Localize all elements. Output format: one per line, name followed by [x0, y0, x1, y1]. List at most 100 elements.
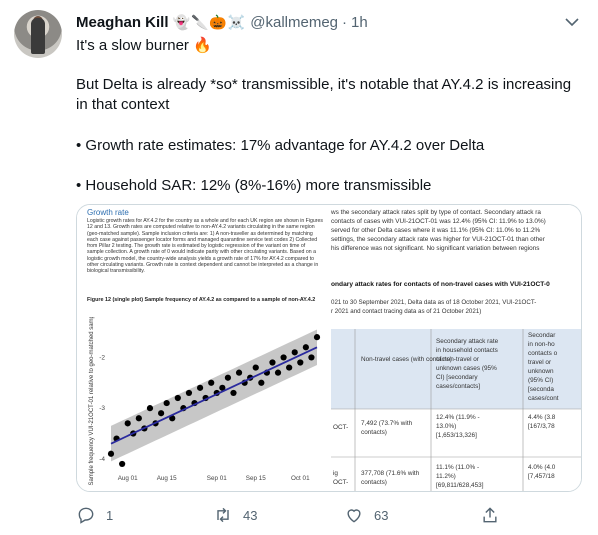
- data-point: [252, 364, 259, 371]
- col-header-other: travel or: [528, 359, 552, 366]
- x-tick-label: Aug 15: [157, 475, 177, 482]
- col-header-other: (95% CI): [528, 377, 553, 384]
- data-point: [146, 405, 154, 412]
- data-point: [119, 460, 126, 468]
- attack-rate-table: Non-travel cases (with contacts) Seconda…: [331, 329, 581, 491]
- section-title: Growth rate: [87, 208, 129, 217]
- data-point: [291, 349, 298, 356]
- share-icon: [483, 507, 497, 523]
- report-text-line: settings, the secondary attack rate was …: [331, 236, 545, 243]
- growth-rate-paragraph: Logistic growth rates for AY.4.2 for the…: [87, 218, 323, 275]
- share-button[interactable]: [480, 503, 500, 527]
- author-name[interactable]: Meaghan Kill: [76, 14, 169, 31]
- figure-caption: Figure 12 (single plot) Sample frequency…: [87, 297, 316, 303]
- cell-sar: 13.0%): [436, 423, 456, 430]
- x-tick-label: Sep 01: [207, 475, 227, 482]
- heart-icon: [347, 509, 361, 523]
- col-header-sar: in household contacts: [436, 347, 498, 354]
- more-options-icon[interactable]: [562, 12, 582, 32]
- tweet-text-line4: • Household SAR: 12% (8%-16%) more trans…: [76, 177, 432, 194]
- author-handle[interactable]: @kallmemeg: [250, 14, 338, 31]
- retweet-icon: [217, 507, 229, 523]
- cell-other: 4.0% (4.0: [528, 464, 556, 471]
- report-page-right: ws the secondary attack rates split by t…: [327, 205, 581, 491]
- col-header-other: in non-ho: [528, 341, 555, 348]
- tweet-text-line2: But Delta is already *so* transmissible,…: [76, 76, 572, 113]
- y-tick-label: -4: [99, 456, 105, 463]
- y-tick-label: -2: [99, 354, 105, 361]
- cell-cases: contacts): [361, 429, 387, 436]
- row-label: OCT-: [333, 479, 348, 486]
- reply-count: 1: [106, 507, 114, 523]
- col-header-sar: CI) [secondary: [436, 374, 478, 381]
- fit-line: [110, 346, 318, 445]
- growth-chart: -2 -3 -4 Sample frequency VUI-21OCT-01 rela…: [89, 317, 321, 486]
- cell-sar: 12.4% (11.9% -: [436, 414, 480, 421]
- data-point: [174, 394, 181, 402]
- data-point: [208, 379, 215, 386]
- x-tick-label: Aug 01: [118, 475, 138, 482]
- col-header-other: contacts o: [528, 350, 558, 357]
- report-page-left: Growth rate Logistic growth rates for AY…: [77, 205, 327, 491]
- data-point: [258, 379, 265, 386]
- x-tick-label: Oct 01: [291, 475, 310, 482]
- tweet-media-image[interactable]: Growth rate Logistic growth rates for AY…: [76, 204, 582, 492]
- col-header-other: Secondar: [528, 332, 556, 339]
- x-tick-label: Sep 15: [246, 475, 266, 482]
- date-line: r 2021 and contact tracing data as of 21…: [331, 308, 482, 315]
- data-point: [302, 344, 309, 351]
- tweet-text-line1: It's a slow burner 🔥: [76, 37, 212, 54]
- data-point: [230, 389, 237, 397]
- date-line: 021 to 30 September 2021, Delta data as …: [331, 299, 537, 306]
- cell-cases: 7,492 (73.7% with: [361, 420, 413, 427]
- data-point: [308, 354, 315, 361]
- cell-sar: [1,653/13,326]: [436, 432, 477, 439]
- retweet-count: 43: [243, 507, 258, 523]
- cell-cases: contacts): [361, 479, 387, 486]
- retweet-button[interactable]: 43: [213, 503, 257, 527]
- cell-sar: 11.1% (11.0% -: [436, 464, 479, 471]
- data-point: [274, 369, 282, 376]
- data-point: [158, 410, 165, 417]
- col-header-sar: cases/contacts]: [436, 383, 480, 390]
- cell-sar: [69,811/628,453]: [436, 482, 484, 489]
- report-text-line: ws the secondary attack rates split by t…: [331, 209, 541, 216]
- cell-other: [7,457/18: [528, 473, 555, 480]
- report-text-line: his difference was not significant. No s…: [331, 245, 540, 252]
- data-point: [313, 334, 321, 341]
- timestamp[interactable]: 1h: [351, 14, 368, 31]
- cell-other: [167/3,78: [528, 423, 555, 430]
- cell-sar: 11.2%): [436, 473, 456, 480]
- like-button[interactable]: 63: [344, 503, 388, 527]
- separator-dot: ·: [342, 13, 348, 31]
- data-point: [196, 384, 204, 391]
- tweet-text-line3: • Growth rate estimates: 17% advantage f…: [76, 137, 485, 154]
- avatar[interactable]: [14, 10, 62, 58]
- data-point: [163, 399, 170, 407]
- col-header-sar: Secondary attack rate: [436, 338, 499, 345]
- row-label: ig: [333, 470, 338, 477]
- y-tick-label: -3: [99, 405, 105, 412]
- data-point: [280, 354, 287, 361]
- reply-icon: [78, 507, 94, 524]
- reply-button[interactable]: 1: [76, 503, 113, 527]
- col-header-sar: of non-travel or: [436, 356, 480, 363]
- data-point: [286, 364, 293, 371]
- report-text-line: served for other Delta cases where it wa…: [331, 227, 541, 234]
- data-point: [297, 359, 304, 366]
- tweet-header: Meaghan Kill 👻🔪🎃☠️ @kallmemeg · 1h: [76, 12, 368, 32]
- tweet[interactable]: Meaghan Kill 👻🔪🎃☠️ @kallmemeg · 1h It's …: [0, 0, 598, 535]
- tweet-actions: 1 43 63: [76, 503, 497, 527]
- avatar-figure: [31, 18, 45, 54]
- col-header-sar: unknown cases (95%: [436, 365, 497, 372]
- like-count: 63: [374, 507, 389, 523]
- y-axis-label: Sample frequency VUI-21OCT-01 relative t…: [89, 317, 95, 486]
- data-point: [124, 420, 131, 427]
- col-header-other: unknown: [528, 368, 554, 375]
- author-emojis: 👻🔪🎃☠️: [172, 13, 247, 30]
- report-text-line: contacts of cases with VUI-21OCT-01 was …: [331, 218, 546, 225]
- data-point: [185, 389, 193, 397]
- col-header-other: cases/cont: [528, 395, 559, 402]
- data-point: [107, 450, 115, 457]
- data-point: [224, 374, 232, 381]
